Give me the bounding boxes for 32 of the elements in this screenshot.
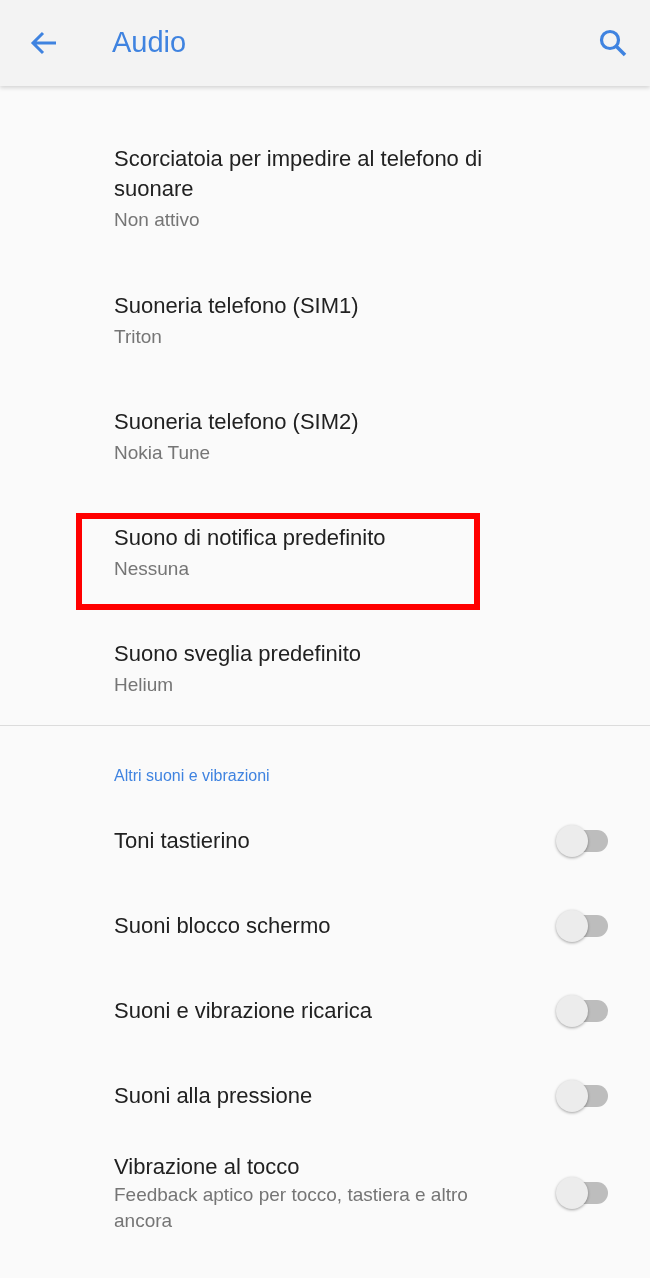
setting-title: Suoni blocco schermo [114,911,332,940]
screen-title: Audio [112,25,188,61]
setting-value: Nessuna [114,557,190,581]
setting-value: Helium [114,673,175,697]
search-button[interactable] [598,28,628,58]
setting-item[interactable]: Suoneria telefono (SIM1) Triton [0,264,650,380]
toggle-switch[interactable] [554,993,608,1028]
setting-title: Suono di notifica predefinito [114,524,387,552]
setting-value: Non attivo [114,208,201,232]
setting-value: Nokia Tune [114,441,212,465]
search-icon [598,28,628,58]
setting-item[interactable]: Scorciatoia per impedire al telefono di suonare Non attivo [0,116,650,264]
back-arrow-icon [30,30,58,56]
setting-item[interactable]: Suono sveglia predefinito Helium [0,612,650,728]
setting-title: Scorciatoia per impedire al telefono di suonare [114,145,484,203]
setting-title: Suono sveglia predefinito [114,640,363,668]
setting-title: Suoni alla pressione [114,1081,314,1110]
setting-title: Suoni e vibrazione ricarica [114,996,374,1025]
setting-description: Feedback aptico per tocco, tastiera e altro ancora [114,1183,469,1233]
toggle-switch[interactable] [554,908,608,943]
back-button[interactable] [30,30,58,56]
setting-item[interactable]: Suono di notifica predefinito Nessuna [0,496,650,612]
setting-title: Suoneria telefono (SIM1) [114,292,360,320]
toggle-switch[interactable] [554,1176,608,1210]
toggle-switch[interactable] [554,823,608,858]
section-header: Altri suoni e vibrazioni [114,767,270,784]
setting-title: Vibrazione al tocco [114,1153,301,1181]
setting-item[interactable]: Suoneria telefono (SIM2) Nokia Tune [0,380,650,496]
setting-title: Toni tastierino [114,826,251,855]
toggle-switch[interactable] [554,1078,608,1113]
setting-title: Suoneria telefono (SIM2) [114,408,360,436]
setting-value: Triton [114,325,163,349]
